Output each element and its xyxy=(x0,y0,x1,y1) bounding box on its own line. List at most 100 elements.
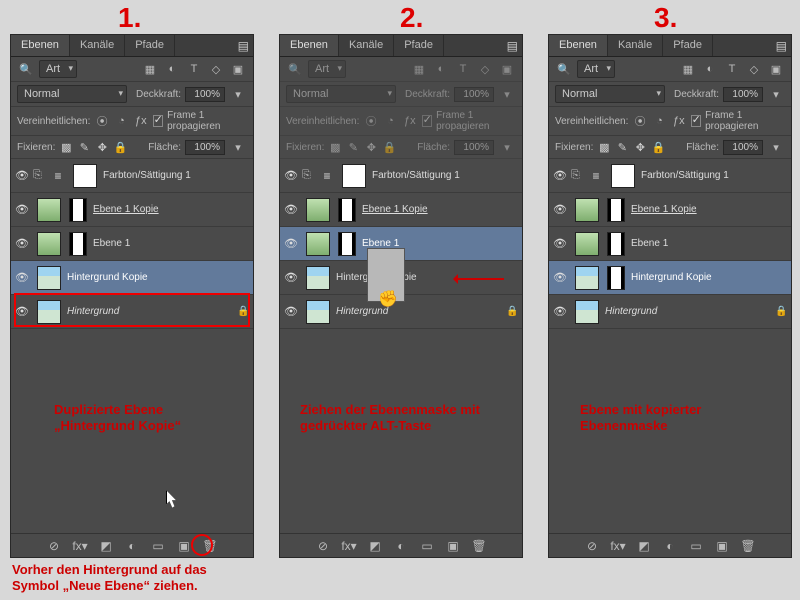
layer-thumbnail[interactable] xyxy=(37,198,61,222)
group-icon[interactable]: ▭ xyxy=(419,539,435,553)
mask-icon[interactable]: ◩ xyxy=(636,539,652,553)
visibility-icon[interactable]: 👁 xyxy=(549,237,571,250)
fx-icon[interactable]: fx▾ xyxy=(341,539,357,553)
layer-row[interactable]: 👁⎘≡Farbton/Sättigung 1 xyxy=(549,159,791,193)
filter-adjust-icon[interactable]: ◐ xyxy=(163,61,181,77)
mask-icon[interactable]: ◩ xyxy=(98,539,114,553)
lock-move-icon[interactable]: ✥ xyxy=(95,141,109,154)
filter-type-dropdown[interactable]: Art xyxy=(577,60,615,78)
filter-smart-icon[interactable]: ▣ xyxy=(229,61,247,77)
layer-name[interactable]: Ebene 1 xyxy=(91,238,253,249)
visibility-icon[interactable]: 👁 xyxy=(11,237,33,250)
layer-thumbnail[interactable] xyxy=(306,266,330,290)
tab-layers[interactable]: Ebenen xyxy=(549,35,608,56)
layer-row[interactable]: 👁Hintergrund Kopie xyxy=(11,261,253,295)
fill-chevron-icon[interactable]: ▾ xyxy=(229,139,247,155)
link-layers-icon[interactable]: ⊘ xyxy=(315,539,331,553)
mask-thumbnail[interactable] xyxy=(69,232,87,256)
layer-row[interactable]: 👁 Ebene 1 xyxy=(11,227,253,261)
visibility-icon[interactable]: 👁 xyxy=(549,203,571,216)
visibility-icon[interactable]: 👁 xyxy=(549,169,571,182)
layer-row[interactable]: 👁⎘≡Farbton/Sättigung 1 xyxy=(280,159,522,193)
propagate-checkbox[interactable] xyxy=(691,115,702,127)
filter-smart-icon[interactable]: ▣ xyxy=(498,61,516,77)
filter-type-icon[interactable]: T xyxy=(454,61,472,77)
layer-name[interactable]: Farbton/Sättigung 1 xyxy=(370,170,522,181)
link-layers-icon[interactable]: ⊘ xyxy=(584,539,600,553)
layer-thumbnail[interactable] xyxy=(306,198,330,222)
layer-row[interactable]: 👁Ebene 1 Kopie xyxy=(549,193,791,227)
layer-name[interactable]: Ebene 1 Kopie xyxy=(360,204,522,215)
link-icon[interactable]: ⎘ xyxy=(302,169,316,182)
visibility-icon[interactable]: 👁 xyxy=(11,203,33,216)
tab-channels[interactable]: Kanäle xyxy=(339,35,394,56)
filter-type-dropdown[interactable]: Art xyxy=(308,60,346,78)
filter-type-icon[interactable]: T xyxy=(185,61,203,77)
mask-thumbnail[interactable] xyxy=(611,164,635,188)
propagate-checkbox[interactable] xyxy=(422,115,433,127)
trash-icon[interactable]: 🗑 xyxy=(740,539,756,553)
layer-name[interactable]: Hintergrund xyxy=(603,306,775,317)
mask-thumbnail[interactable] xyxy=(607,232,625,256)
layer-thumbnail[interactable] xyxy=(575,232,599,256)
panel-menu-icon[interactable]: ▤ xyxy=(238,39,249,53)
lock-all-icon[interactable]: 🔒 xyxy=(113,141,127,154)
lock-brush-icon[interactable]: ✎ xyxy=(77,141,91,154)
filter-shape-icon[interactable]: ◇ xyxy=(476,61,494,77)
visibility-icon[interactable]: 👁 xyxy=(280,271,302,284)
search-icon[interactable]: 🔍 xyxy=(17,61,35,77)
visibility-icon[interactable]: 👁 xyxy=(280,237,302,250)
unify-style-icon[interactable]: ƒx xyxy=(133,113,148,129)
panel-menu-icon[interactable]: ▤ xyxy=(507,39,518,53)
layer-thumbnail[interactable] xyxy=(575,266,599,290)
layer-thumbnail[interactable] xyxy=(306,300,330,324)
layer-name[interactable]: Hintergrund Kopie xyxy=(65,272,253,283)
opacity-input[interactable]: 100% xyxy=(723,87,763,102)
layer-thumbnail[interactable] xyxy=(37,232,61,256)
tab-channels[interactable]: Kanäle xyxy=(608,35,663,56)
visibility-icon[interactable]: 👁 xyxy=(280,203,302,216)
adjustment-icon[interactable]: ◐ xyxy=(393,539,409,553)
panel-menu-icon[interactable]: ▤ xyxy=(776,39,787,53)
fill-input[interactable]: 100% xyxy=(454,140,494,155)
link-layers-icon[interactable]: ⊘ xyxy=(46,539,62,553)
layer-row[interactable]: 👁Ebene 1 xyxy=(549,227,791,261)
adjustment-icon[interactable]: ◐ xyxy=(662,539,678,553)
visibility-icon[interactable]: 👁 xyxy=(549,305,571,318)
mask-icon[interactable]: ◩ xyxy=(367,539,383,553)
layer-thumbnail[interactable] xyxy=(575,300,599,324)
link-icon[interactable]: ⎘ xyxy=(33,169,47,182)
mask-thumbnail[interactable] xyxy=(342,164,366,188)
visibility-icon[interactable]: 👁 xyxy=(280,169,302,182)
tab-channels[interactable]: Kanäle xyxy=(70,35,125,56)
lock-pixels-icon[interactable]: ▩ xyxy=(59,141,73,154)
visibility-icon[interactable]: 👁 xyxy=(549,271,571,284)
layer-row[interactable]: 👁⎘≡Farbton/Sättigung 1 xyxy=(11,159,253,193)
layer-row[interactable]: 👁 Hintergrund Kopie xyxy=(549,261,791,295)
filter-shape-icon[interactable]: ◇ xyxy=(207,61,225,77)
layer-name[interactable]: Farbton/Sättigung 1 xyxy=(639,170,791,181)
layer-row[interactable]: 👁Hintergrund🔒 xyxy=(549,295,791,329)
search-icon[interactable]: 🔍 xyxy=(286,61,304,77)
layer-thumbnail[interactable] xyxy=(37,266,61,290)
adjustment-icon[interactable]: ◐ xyxy=(124,539,140,553)
fx-icon[interactable]: fx▾ xyxy=(610,539,626,553)
new-layer-icon[interactable]: ▣ xyxy=(445,539,461,553)
fill-input[interactable]: 100% xyxy=(185,140,225,155)
tab-paths[interactable]: Pfade xyxy=(125,35,175,56)
fx-icon[interactable]: fx▾ xyxy=(72,539,88,553)
group-icon[interactable]: ▭ xyxy=(688,539,704,553)
filter-image-icon[interactable]: ▦ xyxy=(410,61,428,77)
filter-adjust-icon[interactable]: ◐ xyxy=(432,61,450,77)
layer-row[interactable]: 👁Ebene 1 Kopie xyxy=(11,193,253,227)
tab-paths[interactable]: Pfade xyxy=(663,35,713,56)
unify-vis-icon[interactable]: ◔ xyxy=(114,113,129,129)
blend-mode-dropdown[interactable]: Normal xyxy=(555,85,665,103)
filter-type-dropdown[interactable]: Art xyxy=(39,60,77,78)
layer-name[interactable]: Hintergrund Kopie xyxy=(629,272,791,283)
tab-layers[interactable]: Ebenen xyxy=(280,35,339,56)
layer-thumbnail[interactable] xyxy=(575,198,599,222)
opacity-input[interactable]: 100% xyxy=(185,87,225,102)
layer-name[interactable]: Hintergrund xyxy=(334,306,506,317)
visibility-icon[interactable]: 👁 xyxy=(280,305,302,318)
